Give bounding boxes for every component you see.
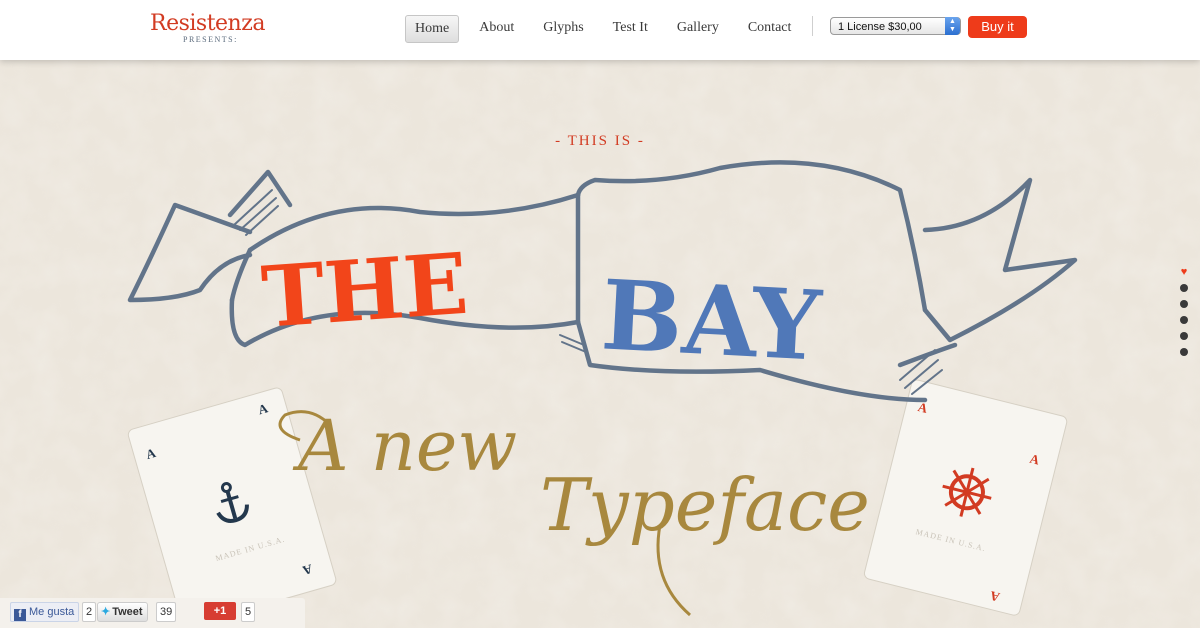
nav-divider — [812, 16, 813, 36]
license-select[interactable]: 1 License $30,00 ▲ ▼ — [830, 17, 961, 35]
slide-dot-active-heart-icon[interactable]: ♥ — [1180, 267, 1188, 278]
tweet-count: 39 — [156, 602, 177, 622]
license-select-value: 1 License $30,00 — [838, 21, 922, 33]
slide-dot[interactable] — [1180, 300, 1188, 308]
title-the: THE — [259, 234, 471, 347]
google-plus-button[interactable]: +1 — [204, 602, 236, 620]
nav-gallery[interactable]: Gallery — [668, 15, 728, 41]
buy-button[interactable]: Buy it — [968, 16, 1027, 38]
tweet-label: Tweet — [112, 606, 143, 618]
tweet-button[interactable]: ✦ Tweet — [97, 602, 148, 622]
facebook-like-count: 2 — [82, 602, 97, 622]
slide-dot[interactable] — [1180, 316, 1188, 324]
site-header: Resistenza PRESENTS: Home About Glyphs T… — [0, 0, 1200, 60]
slide-dot[interactable] — [1180, 348, 1188, 356]
slide-dot[interactable] — [1180, 332, 1188, 340]
tagline-line1: A new — [292, 405, 517, 487]
nav-test-it[interactable]: Test It — [604, 15, 657, 41]
nav-home[interactable]: Home — [405, 15, 460, 43]
facebook-like-button[interactable]: f Me gusta — [10, 602, 80, 622]
logo-name: Resistenza — [150, 11, 265, 36]
twitter-bird-icon: ✦ — [101, 606, 111, 618]
facebook-icon: f — [14, 609, 26, 621]
tagline-line2: Typeface — [540, 463, 870, 547]
hero-eyebrow: - THIS IS - — [555, 133, 645, 149]
slide-dot[interactable] — [1180, 284, 1188, 292]
google-plus-count: 5 — [241, 602, 256, 622]
select-arrows-icon: ▲ ▼ — [945, 17, 960, 35]
logo[interactable]: Resistenza PRESENTS: — [150, 11, 265, 44]
nav-glyphs[interactable]: Glyphs — [534, 15, 592, 41]
slide-pager: ♥ — [1180, 267, 1188, 364]
nav-contact[interactable]: Contact — [739, 15, 801, 41]
title-bay: BAY — [599, 258, 825, 382]
social-share-bar: f Me gusta 2 ✦ Tweet 39 +1 5 — [0, 598, 305, 628]
nav-about[interactable]: About — [470, 15, 523, 41]
main-nav: Home About Glyphs Test It Gallery Contac… — [405, 15, 811, 43]
hero: A A A MADE IN U.S.A. A A A MADE IN U.S.A… — [0, 60, 1200, 628]
facebook-like-label: Me gusta — [29, 606, 75, 618]
